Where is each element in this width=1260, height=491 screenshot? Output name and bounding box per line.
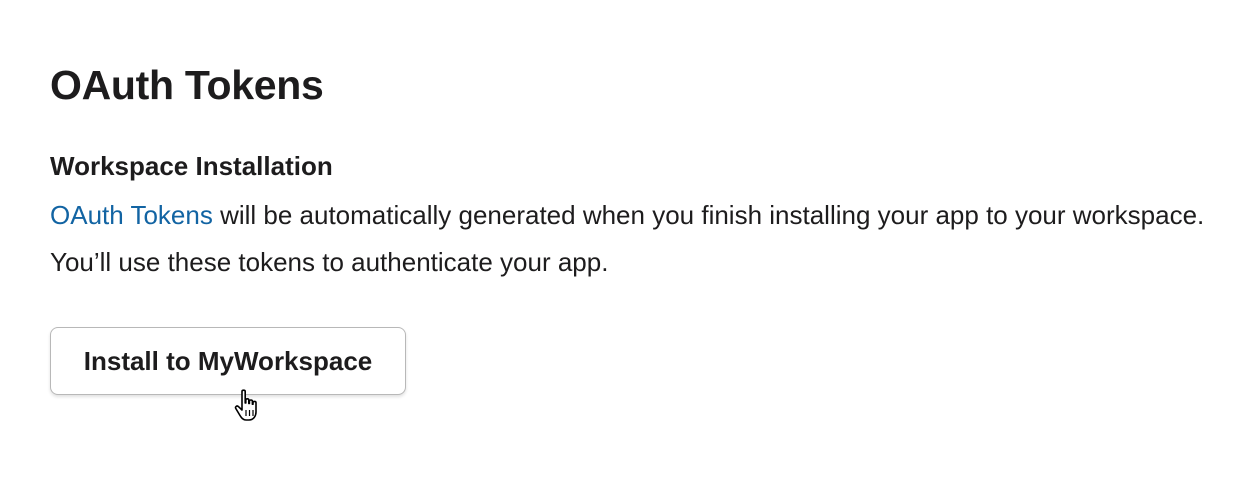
page-title: OAuth Tokens: [50, 62, 324, 108]
oauth-tokens-page: OAuth Tokens Workspace Installation OAut…: [0, 0, 1260, 491]
oauth-tokens-link[interactable]: OAuth Tokens: [50, 200, 213, 230]
install-to-workspace-button[interactable]: Install to MyWorkspace: [50, 327, 406, 395]
oauth-description: OAuth Tokens will be automatically gener…: [50, 192, 1210, 286]
workspace-installation-heading: Workspace Installation: [50, 151, 333, 181]
oauth-description-text: will be automatically generated when you…: [50, 200, 1205, 277]
